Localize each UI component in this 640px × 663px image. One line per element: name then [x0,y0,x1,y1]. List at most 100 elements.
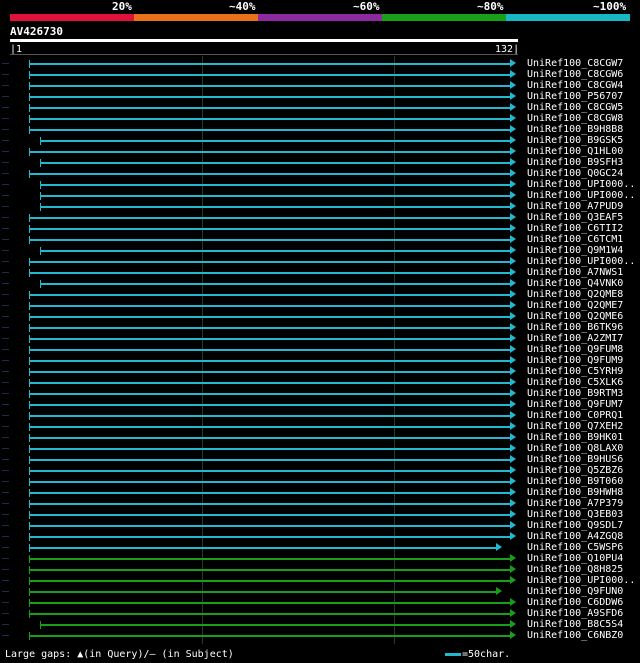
hit-alignment-bar[interactable] [40,206,510,208]
hit-alignment-bar[interactable] [29,228,510,230]
hit-alignment-bar[interactable] [29,118,510,120]
hit-alignment-bar[interactable] [29,448,510,450]
hit-alignment-bar[interactable] [40,624,510,626]
hit-alignment-bar[interactable] [29,437,510,439]
hit-alignment-bar[interactable] [29,96,510,98]
hit-row[interactable]: UniRef100_P56707 [0,91,640,102]
hit-row[interactable]: UniRef100_C8CGW7 [0,58,640,69]
hit-alignment-bar[interactable] [29,514,510,516]
hit-alignment-bar[interactable] [29,580,510,582]
hit-label-link[interactable]: UniRef100_B6TK96 [527,322,623,333]
hit-label-link[interactable]: UniRef100_B9GSK5 [527,135,623,146]
hit-alignment-bar[interactable] [40,195,510,197]
hit-alignment-bar[interactable] [29,327,510,329]
hit-alignment-bar[interactable] [29,404,510,406]
hit-row[interactable]: UniRef100_B9HUS6 [0,454,640,465]
hit-row[interactable]: UniRef100_A9SFD6 [0,608,640,619]
hit-row[interactable]: UniRef100_C8CGW8 [0,113,640,124]
hit-label-link[interactable]: UniRef100_Q4VNK0 [527,278,623,289]
hit-label-link[interactable]: UniRef100_Q2QME7 [527,300,623,311]
hit-label-link[interactable]: UniRef100_B9T060 [527,476,623,487]
hit-row[interactable]: UniRef100_B9T060 [0,476,640,487]
hit-alignment-bar[interactable] [40,140,510,142]
hit-label-link[interactable]: UniRef100_C6NBZ0 [527,630,623,641]
hit-label-link[interactable]: UniRef100_C5XLK6 [527,377,623,388]
hit-row[interactable]: UniRef100_C5XLK6 [0,377,640,388]
hit-label-link[interactable]: UniRef100_C0PRQ1 [527,410,623,421]
hit-row[interactable]: UniRef100_C8CGW5 [0,102,640,113]
hit-row[interactable]: UniRef100_B9RTM3 [0,388,640,399]
hit-label-link[interactable]: UniRef100_C6TII2 [527,223,623,234]
hit-row[interactable]: UniRef100_B9GSK5 [0,135,640,146]
hit-row[interactable]: UniRef100_Q0GC24 [0,168,640,179]
hit-alignment-bar[interactable] [29,536,510,538]
hit-row[interactable]: UniRef100_Q8LAX0 [0,443,640,454]
hit-row[interactable]: UniRef100_UPI000.. [0,179,640,190]
hit-label-link[interactable]: UniRef100_Q9FUM8 [527,344,623,355]
hit-label-link[interactable]: UniRef100_B9HUS6 [527,454,623,465]
hit-label-link[interactable]: UniRef100_A7NWS1 [527,267,623,278]
hit-label-link[interactable]: UniRef100_Q1HL00 [527,146,623,157]
hit-label-link[interactable]: UniRef100_A9SFD6 [527,608,623,619]
hit-row[interactable]: UniRef100_Q9FUM9 [0,355,640,366]
hit-alignment-bar[interactable] [29,217,510,219]
hit-label-link[interactable]: UniRef100_P56707 [527,91,623,102]
hit-alignment-bar[interactable] [29,459,510,461]
hit-alignment-bar[interactable] [29,635,510,637]
hit-row[interactable]: UniRef100_Q9FUM8 [0,344,640,355]
hit-label-link[interactable]: UniRef100_Q8H825 [527,564,623,575]
hit-alignment-bar[interactable] [29,151,510,153]
hit-alignment-bar[interactable] [29,382,510,384]
hit-row[interactable]: UniRef100_A7P379 [0,498,640,509]
hit-row[interactable]: UniRef100_C6DDW6 [0,597,640,608]
hit-alignment-bar[interactable] [29,261,510,263]
hit-alignment-bar[interactable] [29,525,510,527]
hit-label-link[interactable]: UniRef100_UPI000.. [527,256,635,267]
hit-label-link[interactable]: UniRef100_C5YRH9 [527,366,623,377]
hit-alignment-bar[interactable] [29,338,510,340]
hit-alignment-bar[interactable] [29,503,510,505]
hit-label-link[interactable]: UniRef100_Q9M1W4 [527,245,623,256]
hit-alignment-bar[interactable] [29,558,510,560]
hit-label-link[interactable]: UniRef100_C8CGW6 [527,69,623,80]
hit-alignment-bar[interactable] [29,371,510,373]
hit-alignment-bar[interactable] [29,470,510,472]
hit-alignment-bar[interactable] [29,129,510,131]
hit-alignment-bar[interactable] [29,393,510,395]
hit-row[interactable]: UniRef100_B9SFH3 [0,157,640,168]
hit-label-link[interactable]: UniRef100_Q5ZBZ6 [527,465,623,476]
hit-label-link[interactable]: UniRef100_C8CGW8 [527,113,623,124]
hit-label-link[interactable]: UniRef100_Q2QME6 [527,311,623,322]
hit-label-link[interactable]: UniRef100_UPI000.. [527,575,635,586]
hit-row[interactable]: UniRef100_Q3EAF5 [0,212,640,223]
hit-row[interactable]: UniRef100_Q4VNK0 [0,278,640,289]
hit-alignment-bar[interactable] [29,569,510,571]
hit-alignment-bar[interactable] [29,316,510,318]
hit-row[interactable]: UniRef100_UPI000.. [0,575,640,586]
hit-label-link[interactable]: UniRef100_Q9FUM9 [527,355,623,366]
hit-row[interactable]: UniRef100_B9HWH8 [0,487,640,498]
hit-alignment-bar[interactable] [29,426,510,428]
hit-row[interactable]: UniRef100_Q10PU4 [0,553,640,564]
hit-row[interactable]: UniRef100_C8CGW6 [0,69,640,80]
hit-label-link[interactable]: UniRef100_Q9SDL7 [527,520,623,531]
hit-label-link[interactable]: UniRef100_C8CGW5 [527,102,623,113]
hit-alignment-bar[interactable] [29,63,510,65]
hit-label-link[interactable]: UniRef100_Q8LAX0 [527,443,623,454]
hit-label-link[interactable]: UniRef100_B9HWH8 [527,487,623,498]
hit-label-link[interactable]: UniRef100_B9RTM3 [527,388,623,399]
hit-label-link[interactable]: UniRef100_Q2QME8 [527,289,623,300]
hit-row[interactable]: UniRef100_Q5ZBZ6 [0,465,640,476]
hit-row[interactable]: UniRef100_Q8H825 [0,564,640,575]
hit-label-link[interactable]: UniRef100_C5WSP6 [527,542,623,553]
hit-label-link[interactable]: UniRef100_Q10PU4 [527,553,623,564]
hit-label-link[interactable]: UniRef100_B9H8B8 [527,124,623,135]
hit-label-link[interactable]: UniRef100_Q9FUN0 [527,586,623,597]
hit-label-link[interactable]: UniRef100_A2ZMI7 [527,333,623,344]
hit-row[interactable]: UniRef100_Q9M1W4 [0,245,640,256]
hit-alignment-bar[interactable] [40,283,510,285]
hit-row[interactable]: UniRef100_A4ZGQ8 [0,531,640,542]
hit-alignment-bar[interactable] [29,481,510,483]
hit-label-link[interactable]: UniRef100_UPI000.. [527,190,635,201]
hit-label-link[interactable]: UniRef100_B9HK01 [527,432,623,443]
